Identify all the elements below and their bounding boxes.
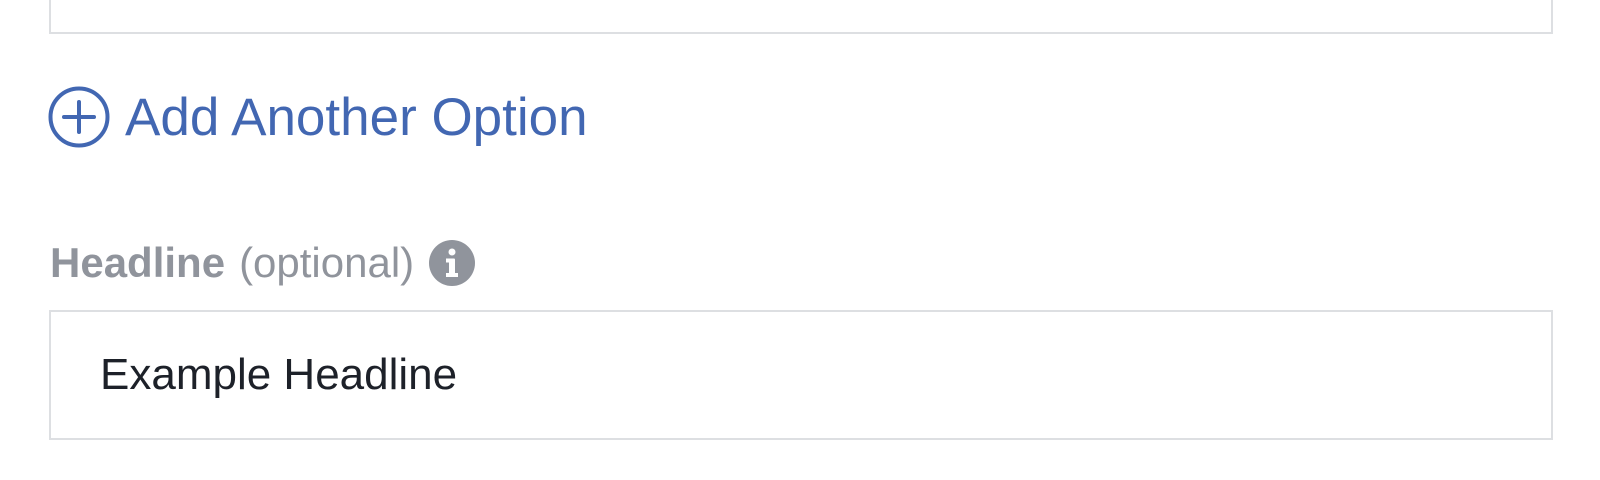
- add-another-option-button[interactable]: Add Another Option: [48, 84, 588, 150]
- add-another-option-label: Add Another Option: [125, 87, 588, 147]
- headline-input[interactable]: [49, 310, 1553, 440]
- optional-text: (optional): [239, 239, 415, 286]
- info-icon[interactable]: [428, 239, 476, 287]
- headline-label: Headline (optional): [50, 236, 476, 290]
- plus-circle-icon: [48, 86, 110, 148]
- headline-label-text: Headline: [50, 239, 226, 286]
- previous-option-field[interactable]: [49, 0, 1553, 34]
